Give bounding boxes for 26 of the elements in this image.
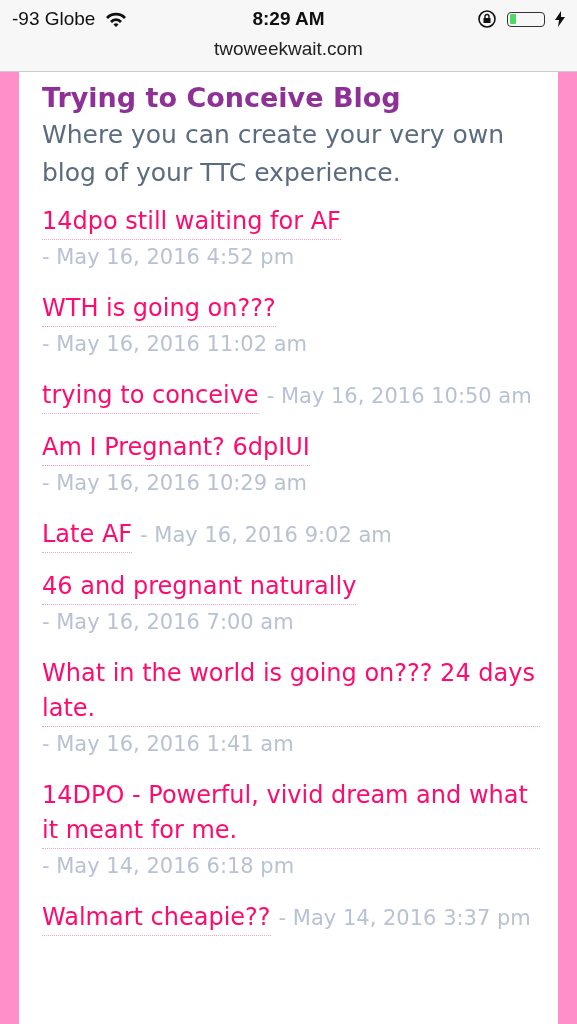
carrier-name: -93 Globe	[12, 8, 96, 30]
post-date: - May 14, 2016 3:37 pm	[278, 905, 531, 932]
post-date: - May 16, 2016 11:02 am	[42, 331, 308, 358]
post-link[interactable]: Walmart cheapie??	[42, 900, 271, 936]
url-text[interactable]: twoweekwait.com	[214, 38, 363, 60]
post-date: - May 16, 2016 10:50 am	[266, 383, 532, 410]
post-link[interactable]: WTH is going on???	[42, 291, 276, 327]
blog-subtitle: Where you can create your very own blog of your TTC experience.	[42, 119, 505, 189]
post-link[interactable]: Am I Pregnant? 6dpIUI	[42, 430, 310, 466]
post-link[interactable]: trying to conceive	[42, 378, 259, 414]
post-date: - May 14, 2016 6:18 pm	[42, 853, 295, 880]
post-date: - May 16, 2016 10:29 am	[42, 470, 308, 497]
clock-time: 8:29 AM	[252, 8, 325, 29]
post-link[interactable]: 46 and pregnant naturally	[42, 569, 357, 605]
battery-icon	[507, 11, 545, 27]
post-date: - May 16, 2016 1:41 am	[42, 731, 294, 758]
post-date: - May 16, 2016 9:02 am	[140, 522, 392, 549]
post-date: - May 16, 2016 7:00 am	[42, 609, 294, 636]
post-link[interactable]: Late AF	[42, 517, 133, 553]
post-link[interactable]: 14dpo still waiting for AF	[42, 204, 341, 240]
blog-title: Trying to Conceive Blog	[42, 81, 402, 115]
post-link[interactable]: What in the world is going on??? 24 days late.	[42, 656, 540, 727]
post-link[interactable]: 14DPO - Powerful, vivid dream and what it meant for me.	[42, 778, 540, 849]
post-date: - May 16, 2016 4:52 pm	[42, 244, 295, 271]
wifi-icon	[105, 11, 128, 27]
rotation-lock-icon	[477, 9, 497, 29]
